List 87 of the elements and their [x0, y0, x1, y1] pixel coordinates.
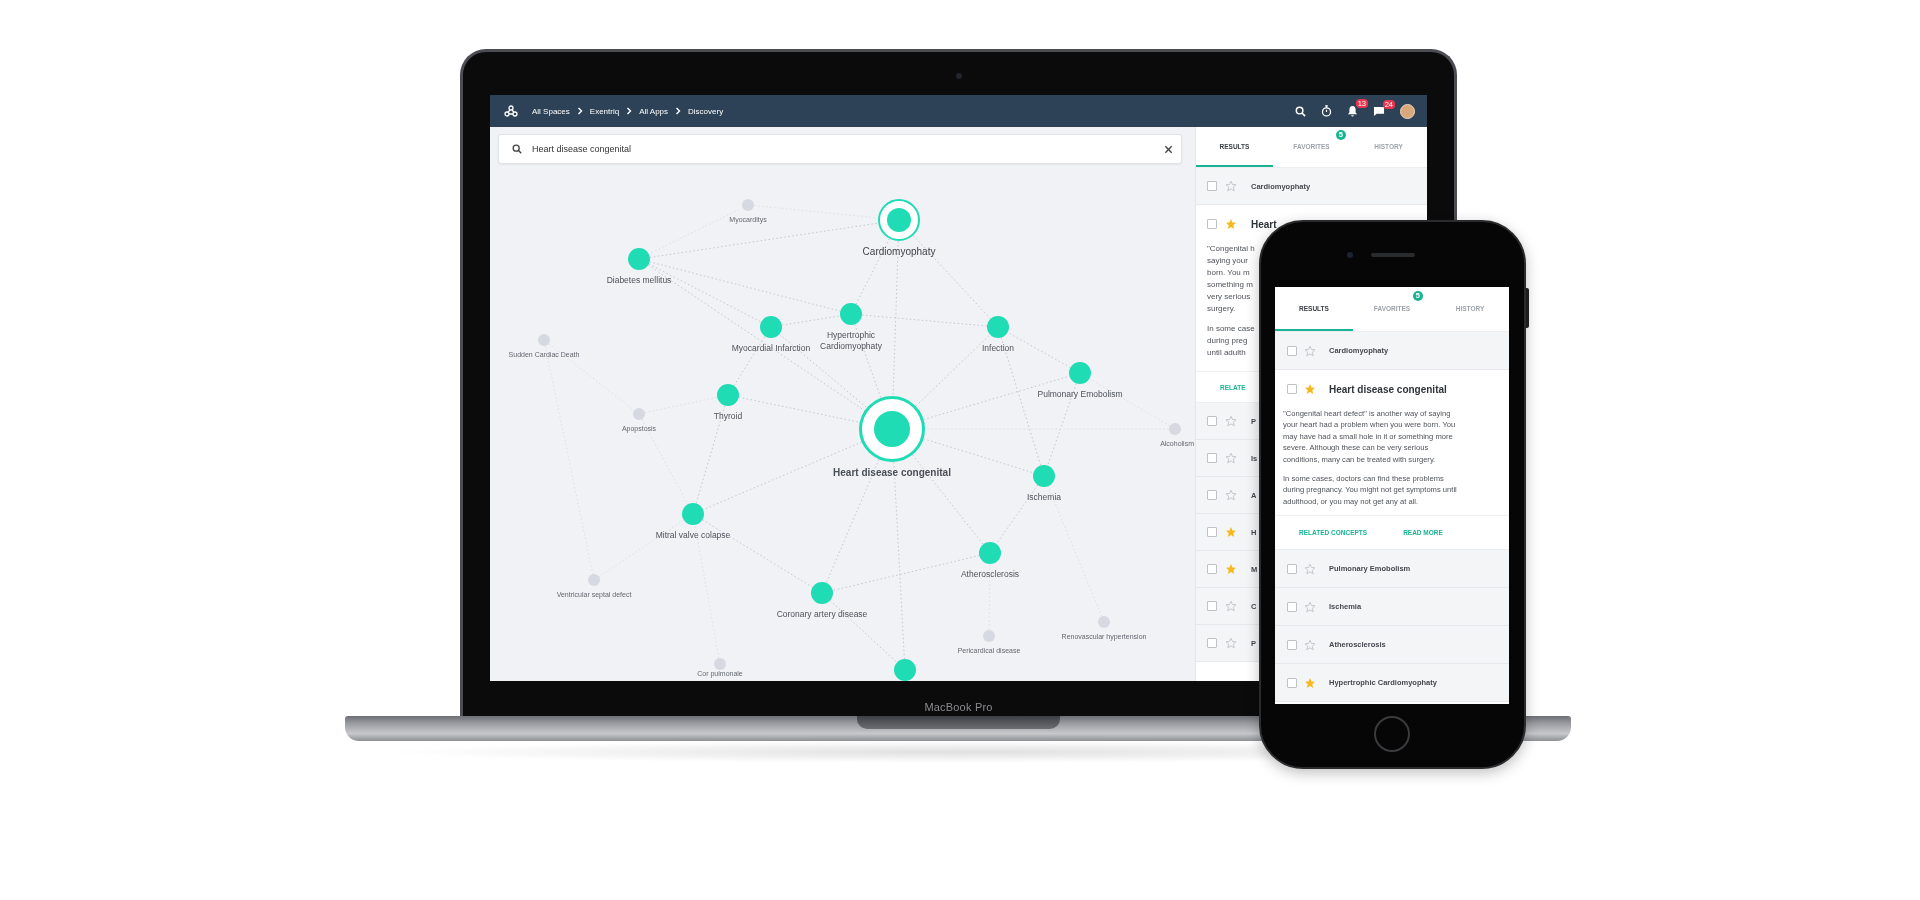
star-icon[interactable] [1225, 452, 1237, 464]
checkbox[interactable] [1207, 453, 1217, 463]
search-icon[interactable] [1295, 105, 1306, 117]
search-field[interactable]: Heart disease congenital [498, 134, 1182, 164]
close-icon[interactable] [1164, 145, 1173, 154]
camera-icon [1347, 252, 1353, 258]
chevron-icon [626, 107, 633, 115]
concept-node[interactable] [628, 248, 650, 270]
concept-node[interactable] [1098, 616, 1110, 628]
breadcrumb-link[interactable]: Exentriq [589, 106, 620, 116]
checkbox[interactable] [1207, 527, 1217, 537]
checkbox[interactable] [1287, 677, 1297, 688]
concept-node[interactable] [840, 303, 862, 325]
concept-node[interactable] [742, 199, 754, 211]
concept-node[interactable] [1169, 423, 1181, 435]
chevron-icon [675, 107, 682, 115]
concept-node[interactable] [538, 334, 550, 346]
chevron-icon [576, 107, 583, 115]
checkbox[interactable] [1287, 563, 1297, 574]
checkbox[interactable] [1207, 219, 1217, 229]
avatar-icon[interactable] [1400, 103, 1415, 119]
node-label: Infection [981, 343, 1015, 354]
result-title: Heart [1251, 218, 1277, 230]
checkbox[interactable] [1207, 601, 1217, 611]
bell-icon[interactable] [1347, 105, 1358, 117]
star-icon[interactable] [1225, 637, 1237, 649]
checkbox[interactable] [1207, 181, 1217, 191]
concept-node[interactable] [987, 316, 1009, 338]
concept-node[interactable] [894, 659, 916, 681]
network-logo-icon[interactable] [504, 105, 518, 117]
star-icon[interactable] [1225, 489, 1237, 501]
concept-node[interactable] [717, 384, 739, 406]
star-icon[interactable] [1304, 600, 1316, 613]
node-label: Pulmonary Emobolism [1037, 389, 1123, 400]
node-label: Hypertrophic Cardiomyophaty [819, 330, 883, 352]
star-icon[interactable] [1304, 344, 1316, 357]
node-label: Cardiomyophaty [862, 246, 936, 257]
star-icon[interactable] [1225, 415, 1237, 427]
concept-node[interactable] [1069, 362, 1091, 384]
concept-node[interactable] [859, 396, 925, 462]
description-text: In some case during preg until adulth [1207, 323, 1255, 359]
chat-icon[interactable] [1373, 105, 1385, 117]
speaker-icon [1371, 253, 1415, 257]
checkbox[interactable] [1207, 490, 1217, 500]
node-label: Thyroid [713, 411, 743, 422]
checkbox[interactable] [1207, 638, 1217, 648]
concept-node[interactable] [878, 199, 920, 241]
search-icon [512, 144, 522, 154]
concept-node[interactable] [983, 630, 995, 642]
checkbox[interactable] [1287, 384, 1297, 394]
star-icon[interactable] [1304, 383, 1316, 395]
checkbox[interactable] [1207, 416, 1217, 426]
node-label: Diabetes mellitus [606, 275, 672, 286]
checkbox[interactable] [1287, 345, 1297, 356]
breadcrumb-link[interactable]: All Apps [639, 106, 669, 116]
star-icon[interactable] [1225, 563, 1237, 575]
brand-label: MacBook Pro [924, 701, 993, 713]
star-icon[interactable] [1304, 676, 1316, 689]
concept-node[interactable] [979, 542, 1001, 564]
star-icon[interactable] [1304, 562, 1316, 575]
checkbox[interactable] [1287, 601, 1297, 612]
star-icon[interactable] [1304, 638, 1316, 651]
node-label: Atherosclerosis [960, 569, 1020, 580]
concept-node[interactable] [760, 316, 782, 338]
star-icon[interactable] [1225, 218, 1237, 230]
concept-node[interactable] [1033, 465, 1055, 487]
node-label: Myocardial Infarction [731, 343, 811, 354]
node-label: Ischemia [1027, 492, 1061, 503]
checkbox[interactable] [1207, 564, 1217, 574]
concept-node[interactable] [811, 582, 833, 604]
node-label: Heart disease congenital [833, 467, 951, 478]
star-icon[interactable] [1225, 180, 1237, 192]
description-text: "Congenital h saying your born. You m something m very serious surgery. [1207, 243, 1255, 315]
breadcrumb-link[interactable]: All Spaces [532, 106, 570, 116]
breadcrumb-link[interactable]: Discovery [688, 106, 724, 116]
concept-node[interactable] [714, 658, 726, 670]
result-title: Heart disease congenital [1329, 383, 1447, 395]
node-label: Mitral valve colapse [655, 530, 731, 541]
home-button[interactable] [1374, 716, 1410, 752]
star-icon[interactable] [1225, 600, 1237, 612]
stopwatch-icon[interactable] [1321, 105, 1332, 117]
star-icon[interactable] [1225, 526, 1237, 538]
checkbox[interactable] [1287, 639, 1297, 650]
concept-node[interactable] [682, 503, 704, 525]
concept-node[interactable] [588, 574, 600, 586]
concept-node[interactable] [633, 408, 645, 420]
node-label: Coronary artery disease [776, 609, 868, 620]
